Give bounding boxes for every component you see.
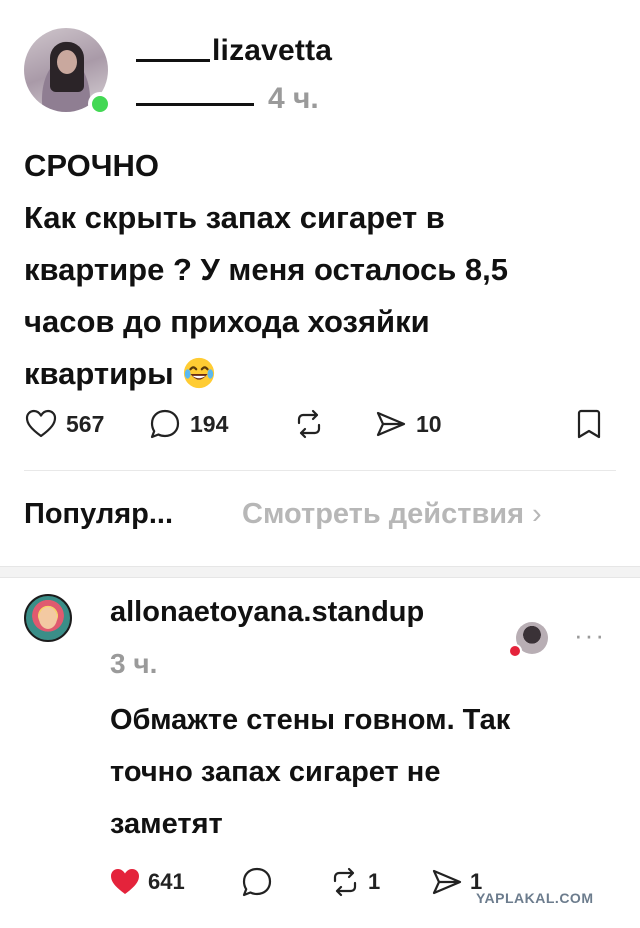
comment-time: 3 ч.	[110, 648, 158, 679]
repost-button[interactable]	[292, 404, 334, 444]
more-options-icon[interactable]: ···	[574, 620, 606, 651]
post-line-text: квартиры	[24, 356, 174, 391]
author-username-text[interactable]: lizavetta	[212, 34, 332, 67]
post-line: квартире ? У меня осталось 8,5	[24, 252, 509, 287]
laughing-tears-emoji-icon	[184, 357, 215, 389]
post-header: lizavetta 4 ч.	[24, 28, 624, 118]
comment-button[interactable]: 194	[148, 404, 228, 444]
author-liked-heart-icon	[508, 644, 522, 658]
bookmark-button[interactable]	[572, 404, 614, 444]
send-icon	[432, 869, 462, 895]
post-body: СРОЧНО Как скрыть запах сигарет в кварти…	[24, 140, 614, 400]
share-count: 10	[416, 410, 442, 437]
divider	[24, 470, 616, 471]
replies-sort-row: Популяр... Смотреть действия ›	[24, 498, 616, 542]
watermark: YAPLAKAL.COM	[476, 890, 594, 906]
comment-like-count: 641	[148, 869, 185, 894]
comment-actions: 641 1 1	[108, 862, 528, 902]
post-line: часов до прихода хозяйки	[24, 304, 430, 339]
comment-line: заметят	[110, 808, 223, 840]
view-activity-text[interactable]: Смотреть действия	[242, 498, 524, 530]
bookmark-icon	[577, 409, 601, 439]
send-icon	[376, 411, 406, 437]
comment-like-button[interactable]: 641	[108, 862, 185, 902]
comment-count: 194	[190, 410, 229, 437]
repost-icon	[297, 409, 321, 439]
heart-icon	[25, 409, 57, 438]
view-activity-link[interactable]: Смотреть действия ›	[242, 498, 542, 531]
repost-icon	[333, 867, 357, 897]
commenter-avatar-face	[39, 607, 57, 629]
comment-repost-button[interactable]: 1	[328, 862, 380, 902]
comment-share-button[interactable]: 1	[430, 862, 482, 902]
post-line: СРОЧНО	[24, 148, 160, 183]
heart-filled-icon	[111, 869, 139, 894]
commenter-username[interactable]: allonaetoyana.standup	[110, 596, 424, 629]
post-actions: 567 194 10	[24, 404, 608, 444]
comment-bubble-icon	[242, 867, 272, 897]
post-meta: 4 ч.	[136, 82, 319, 116]
avatar-face	[57, 50, 77, 74]
author-username[interactable]: lizavetta	[136, 34, 332, 68]
chevron-right-icon: ›	[532, 498, 542, 530]
share-button[interactable]: 10	[374, 404, 442, 444]
comment-body: Обмажте стены говном. Так точно запах си…	[110, 694, 610, 850]
section-separator	[0, 566, 640, 578]
comment-repost-count: 1	[368, 869, 381, 894]
post-line-last: квартиры	[24, 348, 614, 400]
sort-dropdown[interactable]: Популяр...	[24, 498, 173, 531]
post-time: 4 ч.	[268, 82, 319, 115]
comment-line: Обмажте стены говном. Так	[110, 704, 511, 736]
commenter-avatar[interactable]	[24, 594, 72, 642]
post-line: Как скрыть запах сигарет в	[24, 200, 445, 235]
online-status-icon	[88, 92, 112, 116]
comment-bubble-icon	[150, 409, 180, 439]
like-button[interactable]: 567	[24, 404, 104, 444]
like-count: 567	[66, 410, 105, 437]
meta-underline	[136, 103, 254, 106]
username-underline	[136, 59, 210, 62]
comment-reply-button[interactable]	[240, 862, 280, 902]
comment-line: точно запах сигарет не	[110, 756, 441, 788]
